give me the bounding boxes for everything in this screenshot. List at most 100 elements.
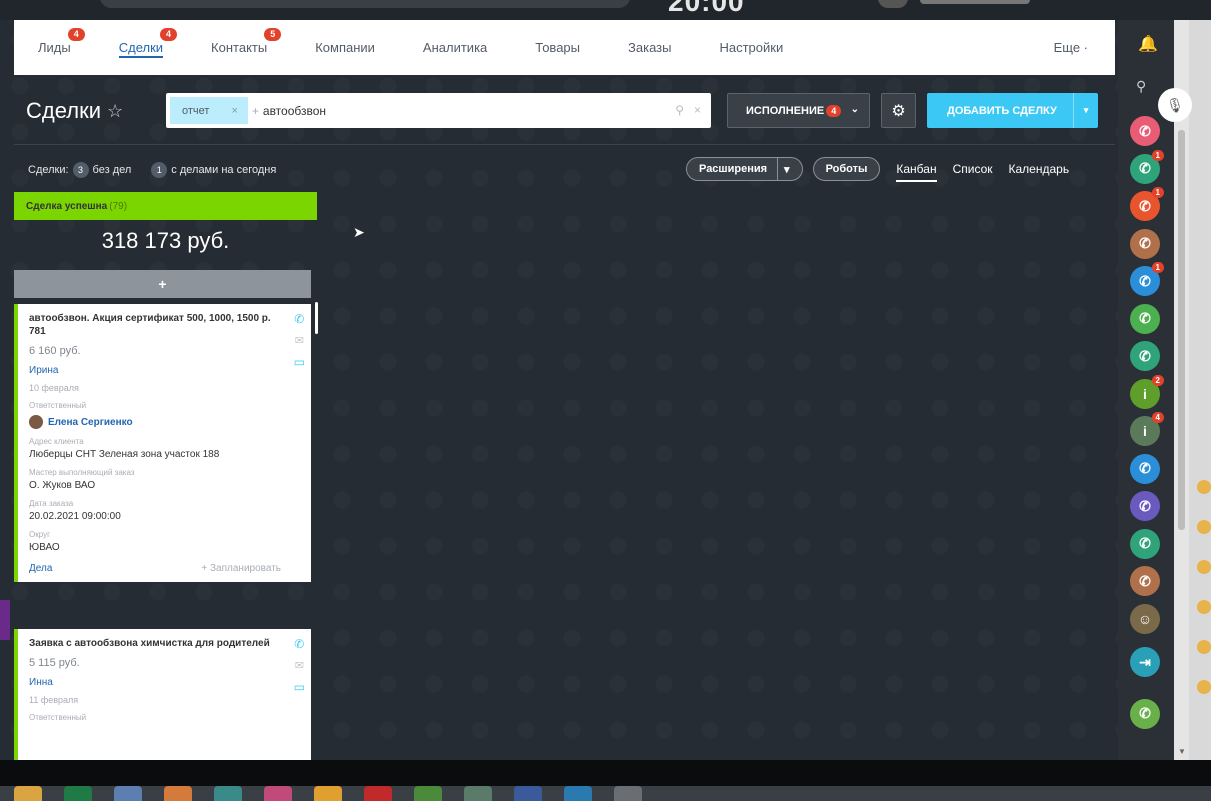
today-count[interactable]: 1 bbox=[151, 162, 168, 178]
nav-item[interactable]: Аналитика bbox=[399, 20, 511, 75]
no-deals-label[interactable]: без дел bbox=[93, 164, 132, 176]
today-label[interactable]: с делами на сегодня bbox=[171, 164, 276, 176]
nav-item[interactable]: Заказы bbox=[604, 20, 695, 75]
plan-activity-link[interactable]: + Запланировать bbox=[201, 563, 281, 574]
contact-icon[interactable]: ✆ bbox=[1130, 453, 1160, 484]
nav-item[interactable]: Настройки bbox=[695, 20, 807, 75]
contact-icon[interactable]: ✆ bbox=[1130, 491, 1160, 521]
robots-button[interactable]: Роботы bbox=[812, 157, 881, 181]
filter-search-bar[interactable]: отчет × + автообзвон ⚲ × bbox=[166, 93, 711, 128]
search-icon[interactable]: ⚲ bbox=[1136, 78, 1146, 95]
close-icon[interactable]: × bbox=[231, 105, 237, 117]
contact-icon[interactable]: ✆ 1 bbox=[1130, 262, 1164, 296]
side-tab[interactable] bbox=[0, 600, 10, 640]
nav-item[interactable]: Товары bbox=[511, 20, 604, 75]
nav-item[interactable]: Контакты 5 bbox=[187, 20, 291, 75]
phone-icon[interactable]: ✆ bbox=[294, 637, 304, 651]
contact-icon[interactable]: ✆ bbox=[1130, 698, 1160, 729]
contact-icon[interactable]: i4 bbox=[1130, 412, 1164, 446]
contact-icon[interactable]: ✆ 1 bbox=[1130, 187, 1164, 221]
clear-icon[interactable]: × bbox=[694, 103, 701, 117]
extensions-label: Расширения bbox=[699, 163, 768, 175]
nav-badge: 5 bbox=[264, 28, 282, 41]
contact-glyph-icon: i bbox=[1143, 385, 1147, 402]
search-icon[interactable]: ⚲ bbox=[675, 103, 684, 117]
divider bbox=[14, 144, 1115, 145]
contact-icon[interactable]: ✆ bbox=[1130, 303, 1160, 334]
filter-chip[interactable]: отчет × bbox=[170, 97, 248, 124]
add-deal-button[interactable]: добавить сделку ▾ bbox=[927, 93, 1098, 128]
star-icon[interactable]: ☆ bbox=[107, 101, 123, 122]
paint-icon[interactable] bbox=[314, 786, 342, 801]
column-scrollbar[interactable] bbox=[315, 302, 318, 334]
browser-icon[interactable] bbox=[264, 786, 292, 801]
settings-gear-button[interactable]: ⚙ bbox=[881, 93, 916, 128]
page-scrollbar[interactable]: ▼ bbox=[1174, 20, 1189, 760]
contact-glyph-icon: ✆ bbox=[1139, 572, 1151, 589]
deal-contact[interactable]: Инна bbox=[29, 677, 281, 688]
bell-icon[interactable]: 🔔 bbox=[1138, 34, 1158, 54]
no-deals-count[interactable]: 3 bbox=[72, 162, 89, 178]
user-name bbox=[920, 0, 1030, 4]
nav-item-label: Компании bbox=[315, 40, 375, 55]
add-deal-dropdown-icon[interactable]: ▾ bbox=[1073, 93, 1098, 128]
tab-list[interactable]: Список bbox=[953, 162, 993, 176]
top-navigation: Лиды 4 Сделки 4 Контакты 5 Компании Аналитика То… bbox=[14, 20, 1115, 75]
contact-icon[interactable]: ⇥ bbox=[1130, 647, 1160, 677]
app-icon[interactable] bbox=[214, 786, 242, 801]
nav-item[interactable]: Лиды 4 bbox=[14, 20, 95, 75]
deal-title[interactable]: автообзвон. Акция сертификат 500, 1000, … bbox=[29, 312, 281, 338]
nav-more[interactable]: Еще · bbox=[1054, 40, 1088, 55]
excel-icon[interactable] bbox=[64, 786, 92, 801]
opera-icon[interactable] bbox=[364, 786, 392, 801]
tab-kanban[interactable]: Канбан bbox=[896, 162, 937, 182]
contact-icon[interactable]: ☺ bbox=[1130, 603, 1160, 634]
window-icon[interactable] bbox=[514, 786, 542, 801]
phone-icon[interactable]: ✆ bbox=[294, 312, 304, 326]
deal-title[interactable]: Заявка с автообзвона химчистка для родит… bbox=[29, 637, 281, 650]
execution-badge: 4 bbox=[826, 104, 842, 117]
mail-icon[interactable]: ✉ bbox=[295, 659, 304, 672]
nav-item[interactable]: Сделки 4 bbox=[95, 20, 187, 75]
deal-card[interactable]: ✆ ✉ ▭ автообзвон. Акция сертификат 500, … bbox=[14, 304, 311, 582]
contact-icon[interactable]: ✆ bbox=[1130, 566, 1160, 596]
responsible-name[interactable]: Елена Сергиенко bbox=[48, 417, 133, 428]
stage-header[interactable]: Сделка успешна (79) bbox=[14, 192, 317, 220]
execution-filter-button[interactable]: исполнение 4 ⌄ bbox=[727, 93, 870, 128]
mail-icon[interactable] bbox=[464, 786, 492, 801]
quick-add-deal-button[interactable]: + bbox=[14, 270, 311, 298]
microphone-button[interactable]: 🎙 bbox=[1158, 88, 1192, 122]
contact-badge: 1 bbox=[1151, 187, 1164, 198]
tab-calendar[interactable]: Календарь bbox=[1009, 162, 1070, 176]
chat-icon[interactable]: ▭ bbox=[294, 355, 305, 369]
extensions-button[interactable]: Расширения ▾ bbox=[686, 157, 803, 181]
contact-badge: 1 bbox=[1151, 262, 1164, 273]
user-avatar[interactable] bbox=[878, 0, 908, 8]
deal-card[interactable]: ✆ ✉ ▭ Заявка с автообзвона химчистка для… bbox=[14, 629, 311, 760]
scrollbar-thumb[interactable] bbox=[1178, 130, 1185, 530]
responsible[interactable]: Елена Сергиенко bbox=[29, 415, 281, 429]
responsible-label: Ответственный bbox=[29, 713, 87, 722]
folder-icon[interactable] bbox=[164, 786, 192, 801]
contact-icon[interactable]: ✆ bbox=[1130, 228, 1160, 259]
contact-icon[interactable]: ✆ bbox=[1130, 116, 1160, 146]
address-bar[interactable] bbox=[100, 0, 630, 8]
chat-icon[interactable]: ▭ bbox=[294, 680, 305, 694]
document-icon[interactable] bbox=[114, 786, 142, 801]
contact-icon[interactable]: i2 bbox=[1130, 374, 1164, 409]
contact-icon[interactable]: ✆ bbox=[1130, 528, 1160, 559]
add-deal-label: добавить сделку bbox=[947, 104, 1057, 117]
deals-link[interactable]: Дела bbox=[29, 563, 52, 574]
search-input[interactable]: автообзвон bbox=[263, 104, 326, 118]
file-explorer-icon[interactable] bbox=[14, 786, 42, 801]
deal-contact[interactable]: Ирина bbox=[29, 365, 281, 376]
avatar bbox=[29, 415, 43, 429]
nav-item[interactable]: Компании bbox=[291, 20, 399, 75]
mail-icon[interactable]: ✉ bbox=[295, 334, 304, 347]
app-green-icon[interactable] bbox=[414, 786, 442, 801]
contact-icon[interactable]: ✆ 1 bbox=[1130, 149, 1164, 184]
scroll-down-icon[interactable]: ▼ bbox=[1178, 747, 1186, 756]
contact-icon[interactable]: ✆ bbox=[1130, 341, 1160, 371]
skype-icon[interactable] bbox=[564, 786, 592, 801]
app-gray-icon[interactable] bbox=[614, 786, 642, 801]
